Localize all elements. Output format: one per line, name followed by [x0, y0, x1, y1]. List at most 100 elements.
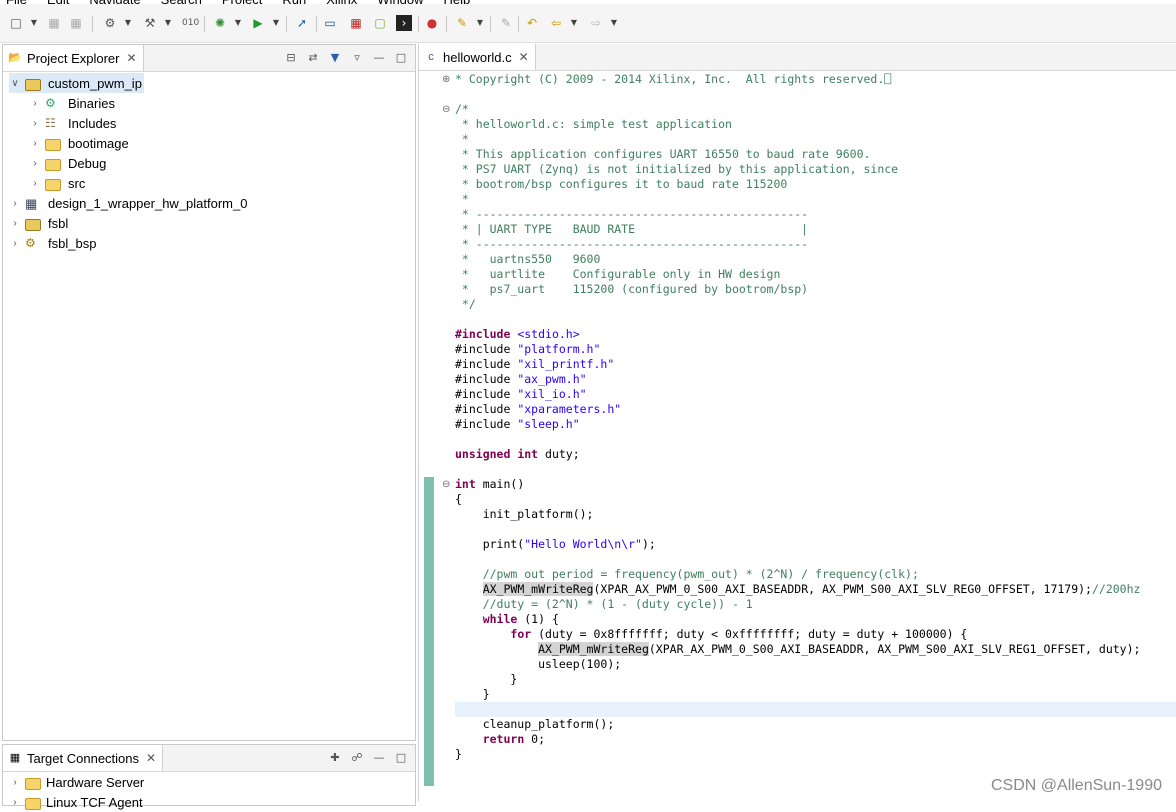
forward-dropdown-icon[interactable]: ▼ — [610, 15, 618, 31]
chevron-right-icon[interactable]: › — [9, 218, 21, 229]
link-editor-icon[interactable]: ⇄ — [305, 50, 321, 66]
tree-item-label: Debug — [68, 155, 107, 171]
change-bar — [424, 477, 434, 786]
tab-target-connections[interactable]: ▦ Target Connections ✕ — [3, 745, 164, 771]
program-fpga-icon[interactable]: ▦ — [348, 15, 364, 31]
close-icon[interactable]: ✕ — [146, 751, 156, 765]
annotation-icon[interactable]: ✎ — [498, 15, 514, 31]
close-icon[interactable]: ✕ — [126, 51, 136, 65]
tab-project-explorer[interactable]: 📂 Project Explorer ✕ — [3, 45, 144, 71]
chevron-right-icon[interactable]: › — [29, 98, 41, 109]
tree-item[interactable]: › bootimage — [29, 133, 131, 153]
tree-item-label: fsbl_bsp — [48, 235, 97, 251]
run-dropdown-icon[interactable]: ▼ — [272, 15, 280, 31]
build-hammer-icon[interactable]: ⚒ — [142, 15, 158, 31]
new-dropdown-icon[interactable]: ▼ — [30, 15, 38, 31]
project-icon — [25, 216, 43, 231]
terminal-icon[interactable]: ▭ — [322, 15, 338, 31]
tree-item[interactable]: › fsbl — [9, 213, 70, 233]
save-icon[interactable]: ▦ — [46, 15, 62, 31]
search-target-icon[interactable]: ● — [424, 15, 440, 31]
code-line: //pwm out period = frequency(pwm_out) * … — [455, 567, 919, 581]
filter-icon[interactable]: ▼ — [327, 50, 343, 66]
expand-fold-icon[interactable]: ⊕ — [442, 72, 452, 87]
chevron-right-icon[interactable]: › — [9, 797, 21, 808]
tree-item[interactable]: › ▦ design_1_wrapper_hw_platform_0 — [9, 193, 249, 213]
back-arrow-icon[interactable]: ⇦ — [548, 15, 564, 31]
console-icon[interactable]: › — [396, 15, 412, 31]
debug-bug-icon[interactable]: ✺ — [212, 15, 228, 31]
new-icon[interactable]: □ — [8, 15, 24, 31]
tree-item[interactable]: › ⚙ Binaries — [29, 93, 117, 113]
code-line: } — [455, 687, 490, 701]
chevron-right-icon[interactable]: › — [9, 238, 21, 249]
connection-item[interactable]: › Linux TCF Agent — [9, 792, 143, 812]
last-edit-icon[interactable]: ↶ — [524, 15, 540, 31]
connection-item[interactable]: › Hardware Server — [9, 772, 144, 792]
tree-item-label: src — [68, 175, 86, 191]
binary-icon[interactable]: 010 — [182, 15, 199, 31]
code-line: * --------------------------------------… — [455, 237, 809, 251]
close-icon[interactable]: ✕ — [519, 50, 529, 64]
tree-item-label: custom_pwm_ip — [48, 75, 142, 91]
code-line: * uartns550 9600 — [455, 252, 601, 266]
tree-item[interactable]: › src — [29, 173, 87, 193]
config-dropdown-icon[interactable]: ▼ — [124, 15, 132, 31]
code-line: #include "platform.h" — [455, 342, 601, 356]
tree-item[interactable]: ∨ custom_pwm_ip — [9, 73, 144, 93]
tree-item-label: Binaries — [68, 95, 115, 111]
code-editor: c helloworld.c ✕ ⊕ ⊖ ⊖ * Copyright (C) 2… — [418, 44, 1176, 801]
view-menu-icon[interactable]: ▿ — [349, 50, 365, 66]
target-connections-title: Target Connections — [27, 750, 140, 766]
xsct-icon[interactable]: ▢ — [372, 15, 388, 31]
chevron-right-icon[interactable]: › — [29, 138, 41, 149]
folder-icon — [25, 775, 43, 790]
folder-icon — [45, 176, 63, 191]
code-line: * bootrom/bsp configures it to baud rate… — [455, 177, 788, 191]
collapse-fold-icon[interactable]: ⊖ — [442, 477, 452, 492]
pin-dropdown-icon[interactable]: ▼ — [476, 15, 484, 31]
chevron-right-icon[interactable]: › — [9, 777, 21, 788]
folder-icon — [45, 136, 63, 151]
c-file-icon: c — [428, 51, 434, 63]
collapse-all-icon[interactable]: ⊟ — [283, 50, 299, 66]
forward-arrow-icon[interactable]: ⇨ — [588, 15, 604, 31]
skip-breakpoints-icon[interactable]: ➚ — [294, 15, 310, 31]
code-line: unsigned int duty; — [455, 447, 580, 461]
minimize-icon[interactable]: — — [371, 750, 387, 766]
target-connections-icon: ▦ — [9, 752, 21, 764]
run-icon[interactable]: ▶ — [250, 15, 266, 31]
minimize-icon[interactable]: — — [371, 50, 387, 66]
tree-item[interactable]: › ☷ Includes — [29, 113, 118, 133]
build-dropdown-icon[interactable]: ▼ — [164, 15, 172, 31]
code-line: /* — [455, 102, 469, 116]
code-line: AX_PWM_mWriteReg(XPAR_AX_PWM_0_S00_AXI_B… — [538, 642, 1141, 656]
new-connection-icon[interactable]: ✚ — [327, 750, 343, 766]
pin-icon[interactable]: ✎ — [454, 15, 470, 31]
tree-item[interactable]: › ⚙ fsbl_bsp — [9, 233, 98, 253]
target-connections-actions: ✚ ☍ — □ — [327, 750, 409, 766]
chevron-right-icon[interactable]: › — [9, 198, 21, 209]
tree-item-label: Includes — [68, 115, 117, 131]
save-all-icon[interactable]: ▦ — [68, 15, 84, 31]
code-line: for (duty = 0x8fffffff; duty < 0xfffffff… — [510, 627, 968, 641]
connect-icon[interactable]: ☍ — [349, 750, 365, 766]
back-dropdown-icon[interactable]: ▼ — [570, 15, 578, 31]
code-line: * helloworld.c: simple test application — [455, 117, 732, 131]
tab-helloworld-c[interactable]: c helloworld.c ✕ — [419, 44, 536, 70]
target-connections-view: ▦ Target Connections ✕ ✚ ☍ — □ › Hardware… — [2, 744, 416, 810]
chevron-right-icon[interactable]: › — [29, 158, 41, 169]
tree-item[interactable]: › Debug — [29, 153, 108, 173]
collapse-fold-icon[interactable]: ⊖ — [442, 102, 452, 117]
maximize-icon[interactable]: □ — [393, 750, 409, 766]
chevron-right-icon[interactable]: › — [29, 118, 41, 129]
chevron-right-icon[interactable]: › — [29, 178, 41, 189]
tree-item-label: bootimage — [68, 135, 129, 151]
debug-config-icon[interactable]: ⚙ — [102, 15, 118, 31]
project-explorer-tabbar: 📂 Project Explorer ✕ ⊟ ⇄ ▼ ▿ — □ — [3, 45, 415, 72]
editor-tab-label: helloworld.c — [443, 49, 512, 65]
maximize-icon[interactable]: □ — [393, 50, 409, 66]
debug-dropdown-icon[interactable]: ▼ — [234, 15, 242, 31]
chevron-down-icon[interactable]: ∨ — [9, 78, 21, 89]
target-connections-tabbar: ▦ Target Connections ✕ ✚ ☍ — □ — [3, 745, 415, 772]
